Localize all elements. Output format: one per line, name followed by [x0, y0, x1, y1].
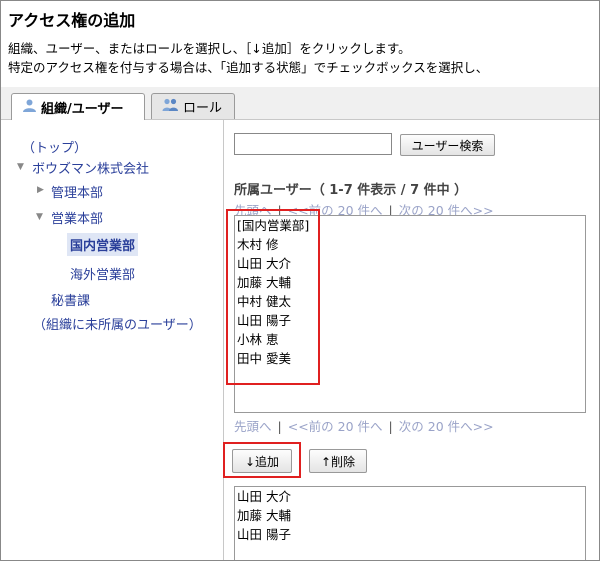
remove-button[interactable]: ↑削除	[309, 449, 367, 473]
pager-first-link[interactable]: 先頭へ	[234, 419, 272, 434]
pager-separator: |	[277, 419, 282, 434]
tab-bar: 組織/ユーザー ロール	[1, 87, 599, 120]
tree-item-overseas[interactable]: 海外営業部	[70, 264, 135, 283]
pager-next-link[interactable]: 次の 20 件へ>>	[399, 419, 494, 434]
list-item[interactable]: 加藤 大輔	[235, 506, 585, 525]
user-search-input[interactable]	[234, 133, 392, 155]
tree-item-top[interactable]: （トップ）	[22, 137, 87, 156]
users-icon	[22, 99, 41, 116]
triangle-down-icon[interactable]: ▼	[36, 212, 43, 222]
pager-separator: |	[388, 419, 393, 434]
user-search-button[interactable]: ユーザー検索	[400, 134, 495, 156]
description-line-1: 組織、ユーザー、またはロールを選択し、［↓追加］をクリックします。	[8, 41, 411, 56]
tab-role[interactable]: ロール	[151, 93, 235, 119]
org-tree-pane	[1, 120, 224, 560]
highlight-box-add	[223, 442, 301, 478]
role-users-icon	[162, 98, 183, 115]
list-item[interactable]: 山田 陽子	[235, 525, 585, 544]
selected-listbox[interactable]: 山田 大介 加藤 大輔 山田 陽子	[234, 486, 586, 560]
list-item[interactable]: 山田 大介	[235, 487, 585, 506]
pager-bottom: 先頭へ | <<前の 20 件へ | 次の 20 件へ>>	[234, 416, 494, 435]
tree-item-domestic-selected[interactable]: 国内営業部	[67, 233, 139, 256]
member-list-heading: 所属ユーザー（ 1-7 件表示 / 7 件中 ）	[234, 183, 468, 198]
tab-role-label: ロール	[183, 101, 223, 116]
tab-org-user-label: 組織/ユーザー	[41, 101, 124, 117]
pager-prev-link[interactable]: <<前の 20 件へ	[288, 419, 383, 434]
tree-item-management[interactable]: 管理本部	[51, 182, 103, 201]
tab-org-user[interactable]: 組織/ユーザー	[11, 93, 145, 120]
description-line-2: 特定のアクセス権を付与する場合は、「追加する状態」でチェックボックスを選択し、	[8, 60, 489, 75]
tree-item-unassigned[interactable]: （組織に未所属のユーザー）	[33, 314, 202, 333]
highlight-box-members	[226, 209, 320, 385]
triangle-down-icon[interactable]: ▼	[17, 162, 24, 172]
tree-item-secretary[interactable]: 秘書課	[51, 290, 90, 309]
tree-item-company[interactable]: ボウズマン株式会社	[32, 158, 149, 177]
page-title: アクセス権の追加	[8, 11, 136, 30]
tree-item-sales[interactable]: 営業本部	[51, 208, 103, 227]
triangle-right-icon[interactable]: ▶	[37, 185, 44, 195]
